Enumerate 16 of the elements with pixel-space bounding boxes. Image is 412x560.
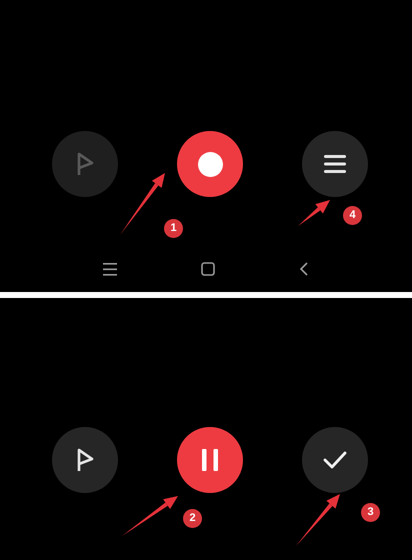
pause-icon	[200, 449, 220, 471]
recents-icon[interactable]	[103, 262, 117, 276]
number-badge: 4	[343, 206, 362, 225]
annotation-arrow	[296, 494, 340, 546]
annotation-arrow	[122, 496, 178, 536]
back-icon[interactable]	[299, 262, 309, 276]
check-icon	[323, 451, 347, 469]
flag-icon	[76, 448, 94, 472]
number-badge: 3	[361, 503, 380, 522]
number-badge: 2	[183, 509, 202, 528]
annotation-arrow	[298, 200, 330, 226]
annotation-arrow	[120, 173, 165, 235]
number-badge: 1	[164, 219, 183, 238]
flag-icon	[76, 152, 94, 176]
menu-icon	[324, 155, 346, 173]
home-icon[interactable]	[201, 262, 215, 276]
